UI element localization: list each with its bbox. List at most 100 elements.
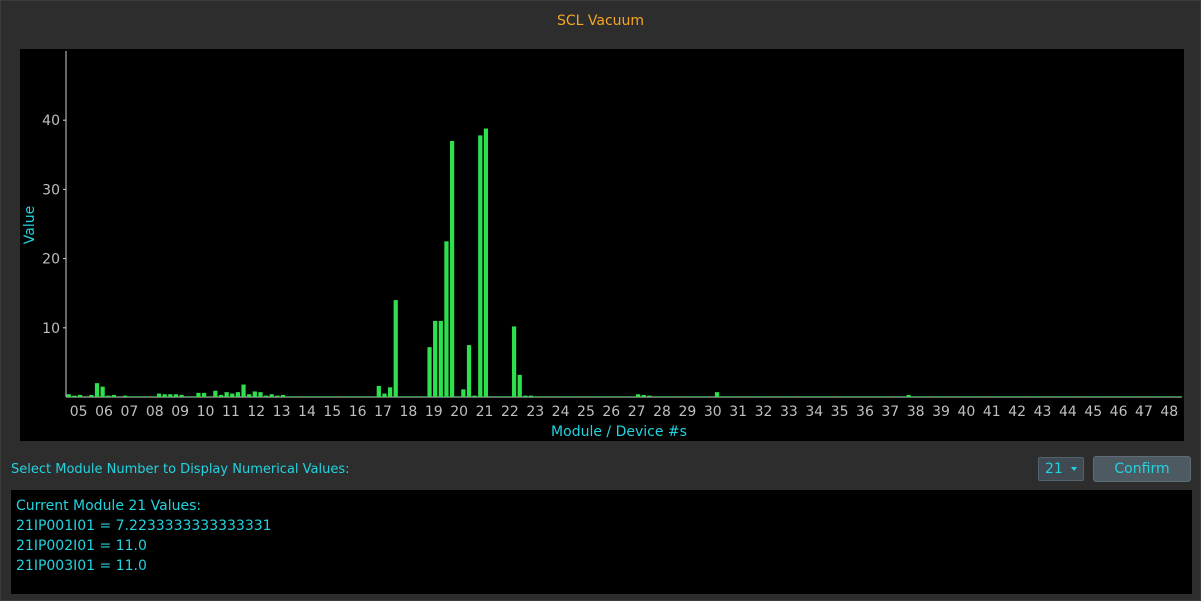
chart-bar: [162, 394, 167, 397]
chart-bar: [844, 396, 849, 397]
chart-bar: [551, 396, 556, 397]
chart-bar: [314, 396, 319, 397]
chart-bar: [196, 392, 201, 397]
chart-bar: [731, 396, 737, 397]
chart-bar: [506, 396, 511, 397]
x-tick-label: 34: [805, 404, 823, 420]
chart-bar: [850, 396, 855, 397]
chart-bar: [788, 396, 793, 397]
chart-bar: [692, 396, 697, 397]
chart-bar: [1160, 396, 1165, 397]
x-tick-label: 15: [323, 404, 341, 420]
chart-bar: [726, 396, 731, 397]
chart-bar: [241, 384, 246, 397]
x-tick-label: 28: [653, 404, 671, 420]
x-tick-label: 47: [1135, 404, 1153, 420]
chart-bar: [106, 395, 111, 397]
chart-bar: [1053, 396, 1058, 397]
chart-bar: [613, 396, 618, 397]
chart-bar: [139, 396, 145, 397]
module-select-value: 21: [1045, 461, 1063, 477]
chart-bar: [252, 391, 257, 397]
chart-bar: [793, 396, 799, 397]
chart-bar: [861, 396, 866, 397]
x-tick-label: 21: [476, 404, 494, 420]
chart-bar: [472, 395, 477, 397]
x-tick-label: 46: [1110, 404, 1128, 420]
x-tick-label: 29: [678, 404, 696, 420]
chart-bar: [1171, 396, 1176, 397]
chart-bar: [111, 394, 117, 397]
chart-bar: [602, 396, 607, 397]
chart-bar: [821, 396, 827, 397]
app-window: SCL Vacuum 10 20 30 40 05 06 07 08 09 10 11 12 13 14 1…: [0, 0, 1201, 601]
chart-bar: [449, 140, 455, 397]
y-tick-label: 30: [42, 182, 60, 198]
chart-bar: [714, 392, 720, 397]
chart-bar: [675, 396, 680, 397]
chart-bar: [709, 396, 714, 397]
chart-bar: [1069, 396, 1075, 397]
value-line: 21IP002I01 = 11.0: [16, 538, 147, 554]
module-number-select[interactable]: 21: [1038, 457, 1084, 481]
chart-bar: [72, 395, 77, 397]
x-tick-label: 23: [526, 404, 544, 420]
chart-bar: [1013, 396, 1018, 397]
chart-bar: [1154, 396, 1159, 397]
chart-bar: [573, 396, 579, 397]
chart-bar: [1075, 396, 1080, 397]
chart-bar: [883, 396, 889, 397]
chart-bar: [83, 396, 88, 397]
chart-bar: [878, 396, 883, 397]
chart-bar: [466, 345, 472, 397]
chart-bar: [275, 395, 280, 397]
chart-bar: [737, 396, 742, 397]
chart-bar: [145, 396, 150, 397]
chart-bar: [1165, 396, 1171, 397]
value-line: 21IP001I01 = 7.2233333333333331: [16, 518, 272, 534]
x-tick-label: 26: [602, 404, 620, 420]
chart-bar: [630, 396, 635, 397]
chart-bar: [624, 396, 629, 397]
chart-bar: [776, 396, 782, 397]
select-module-label: Select Module Number to Display Numerica…: [11, 462, 350, 477]
chart-bar: [979, 396, 985, 397]
chart-bar: [833, 396, 838, 397]
x-tick-label: 25: [577, 404, 595, 420]
x-tick-label: 39: [932, 404, 950, 420]
x-tick-label: 19: [425, 404, 443, 420]
x-tick-label: 40: [957, 404, 975, 420]
chart-bar: [889, 396, 894, 397]
chart-bar: [957, 396, 962, 397]
x-tick-label: 17: [374, 404, 392, 420]
chart-bar: [348, 396, 353, 397]
chart-bar: [201, 392, 207, 397]
x-tick-label: 13: [273, 404, 291, 420]
chart-bar: [117, 396, 122, 397]
x-tick-label: 07: [120, 404, 138, 420]
confirm-button[interactable]: Confirm: [1093, 456, 1191, 482]
chart-bar: [838, 396, 844, 397]
x-tick-label: 10: [197, 404, 215, 420]
module-values-panel: Current Module 21 Values: 21IP001I01 = 7…: [11, 490, 1192, 594]
chart-bar: [906, 394, 911, 397]
chart-bar: [867, 396, 872, 397]
chart-bar: [697, 396, 703, 397]
x-tick-label: 09: [171, 404, 189, 420]
chart-bar: [929, 396, 934, 397]
chart-bar: [100, 386, 105, 397]
x-tick-label: 30: [704, 404, 722, 420]
chart-bar: [455, 396, 460, 397]
x-tick-label: 32: [755, 404, 773, 420]
chart-bar: [235, 392, 241, 397]
x-tick-label: 08: [146, 404, 164, 420]
chart-bar: [151, 396, 156, 397]
chart-bar: [123, 395, 128, 397]
chart-bar: [1177, 396, 1182, 397]
chart-bar: [489, 396, 494, 397]
chart-bar: [399, 396, 404, 397]
chart-bar: [619, 396, 624, 397]
chart-bar: [855, 396, 861, 397]
y-axis-label: Value: [22, 206, 38, 244]
chart-bar: [1148, 396, 1154, 397]
